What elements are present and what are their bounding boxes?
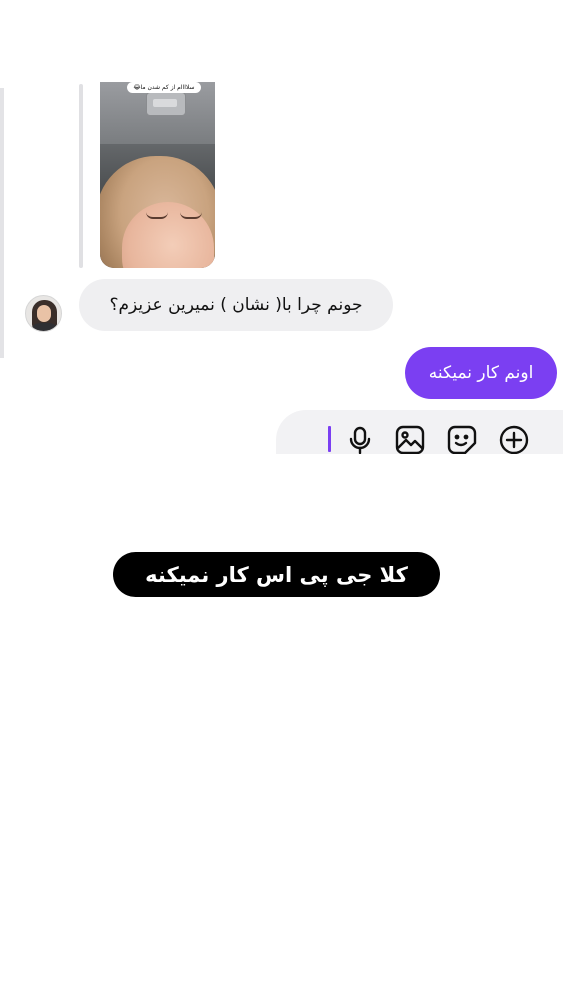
gallery-icon[interactable] [394,424,426,454]
avatar-body [30,323,59,331]
add-icon[interactable] [498,424,530,454]
car-dome-light [146,92,186,116]
person-eye-right [180,212,202,219]
contact-avatar[interactable] [25,295,62,332]
story-reply-bar [79,84,83,268]
message-composer[interactable] [276,410,563,454]
person-eye-left [146,212,168,219]
story-caption: سلاااام از کم شدن ما😂 [127,82,201,93]
microphone-icon[interactable] [344,424,376,454]
outgoing-message-bubble[interactable]: اونم کار نمیکنه [405,347,557,399]
sticker-icon[interactable] [446,424,478,454]
incoming-message-bubble[interactable]: جونم چرا با( نشان ) نمیرین عزیزم؟ [79,279,393,331]
avatar-face [37,305,51,322]
overlay-caption: کلا جی پی اس کار نمیکنه [113,552,440,597]
text-cursor [328,426,331,452]
left-edge-divider [0,88,4,358]
story-reply-thumbnail[interactable]: سلاااام از کم شدن ما😂 [100,82,215,268]
